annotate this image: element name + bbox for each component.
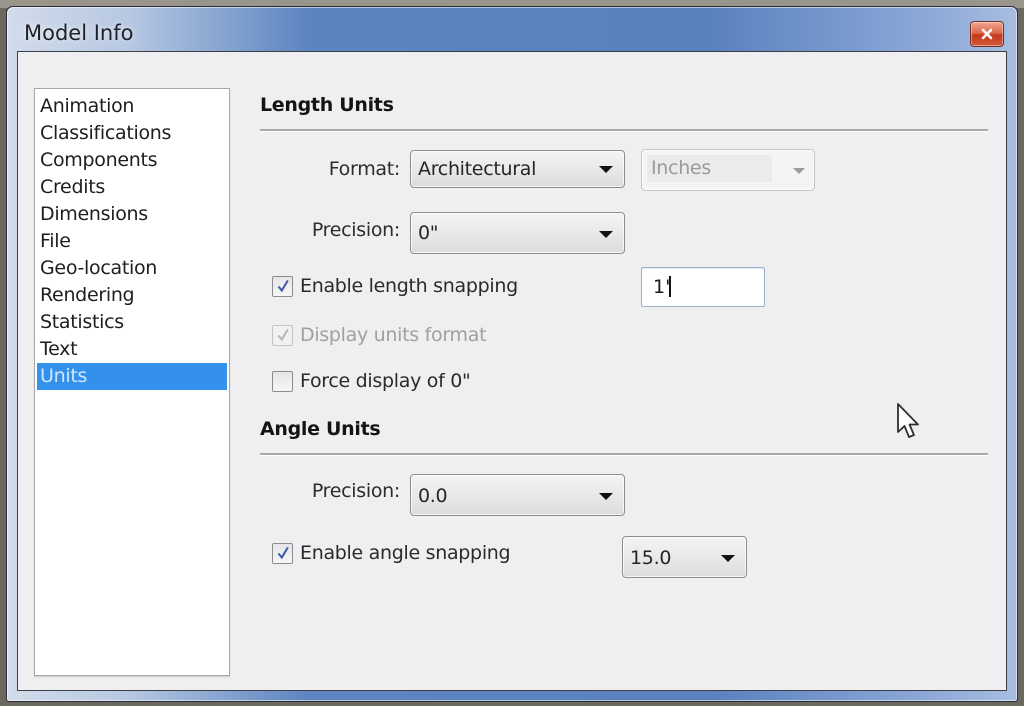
angle-units-heading: Angle Units [260,418,381,440]
chevron-down-icon [793,168,805,174]
angle-precision-value: 0.0 [418,485,448,507]
chevron-down-icon [721,555,735,562]
model-info-dialog: Model Info Animation Classifications Com… [6,6,1018,702]
format-label: Format: [328,158,401,180]
chevron-down-icon [599,493,613,500]
angle-snap-value: 15.0 [630,547,672,569]
category-item-statistics[interactable]: Statistics [35,309,229,336]
enable-angle-snapping-checkbox[interactable]: Enable angle snapping [272,542,511,564]
category-item-file[interactable]: File [35,228,229,255]
length-snap-input[interactable] [641,267,765,307]
category-item-text[interactable]: Text [35,336,229,363]
category-item-units[interactable]: Units [37,363,227,390]
angle-precision-dropdown[interactable]: 0.0 [410,474,625,516]
force-display-zero-label: Force display of 0" [300,370,471,392]
angle-precision-label: Precision: [311,480,400,502]
checkbox-box[interactable] [272,370,293,392]
format-value: Architectural [418,158,537,180]
checkbox-box [272,324,293,346]
length-precision-value: 0" [418,222,439,244]
category-item-credits[interactable]: Credits [35,174,229,201]
length-units-heading: Length Units [260,94,394,116]
checkmark-icon [277,546,289,560]
length-precision-label: Precision: [311,219,400,241]
format-dropdown[interactable]: Architectural [410,150,625,188]
category-item-animation[interactable]: Animation [35,93,229,120]
chevron-down-icon [599,166,613,173]
window-title: Model Info [24,21,134,45]
length-units-divider [260,129,988,132]
unit-value: Inches [651,157,711,179]
unit-dropdown[interactable]: Inches [641,149,815,191]
chevron-down-icon [599,231,613,238]
checkbox-box[interactable] [272,275,293,297]
category-item-geo-location[interactable]: Geo-location [35,255,229,282]
close-button[interactable] [970,21,1004,47]
angle-units-divider [260,453,988,456]
category-list[interactable]: Animation Classifications Components Cre… [34,88,230,676]
title-bar[interactable]: Model Info [7,7,1017,57]
checkmark-icon [277,328,289,342]
length-snap-value[interactable] [642,268,764,306]
text-caret [669,276,671,297]
category-item-classifications[interactable]: Classifications [35,120,229,147]
display-units-format-label: Display units format [300,324,487,346]
enable-length-snapping-checkbox[interactable]: Enable length snapping [272,275,518,297]
category-item-dimensions[interactable]: Dimensions [35,201,229,228]
close-x-icon [981,28,993,40]
category-item-components[interactable]: Components [35,147,229,174]
checkbox-box[interactable] [272,542,293,564]
category-item-rendering[interactable]: Rendering [35,282,229,309]
enable-length-snapping-label: Enable length snapping [300,275,518,297]
length-precision-dropdown[interactable]: 0" [410,212,625,254]
angle-snap-dropdown[interactable]: 15.0 [622,536,747,578]
checkmark-icon [277,279,289,293]
force-display-zero-checkbox[interactable]: Force display of 0" [272,370,471,392]
enable-angle-snapping-label: Enable angle snapping [300,542,511,564]
dialog-content: Animation Classifications Components Cre… [17,51,1007,691]
display-units-format-checkbox: Display units format [272,324,487,346]
